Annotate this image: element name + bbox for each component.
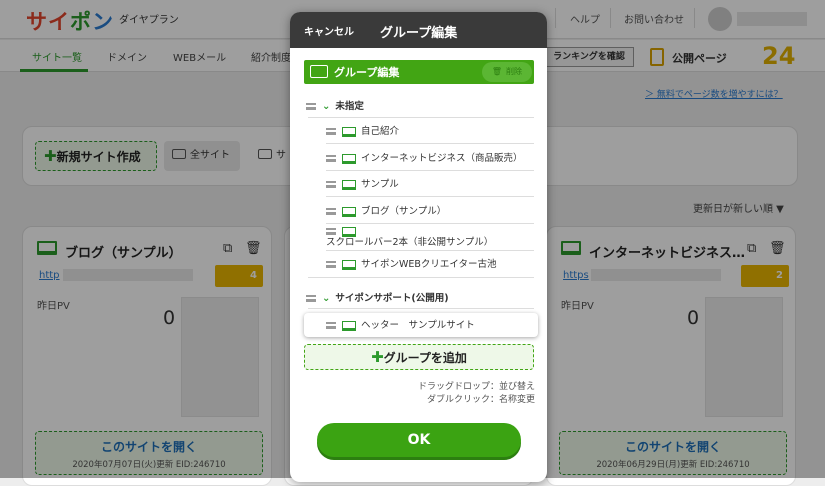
site-name: サイポンWEBクリエイター古池: [361, 259, 497, 270]
divider: [326, 143, 534, 144]
site-row[interactable]: 自己紹介: [326, 123, 399, 143]
group-edit-modal: キャンセル グループ編集 グループ編集 🗑 削除 ⌄ 未指定 自己紹介 インターネッ…: [290, 12, 547, 482]
divider: [308, 277, 534, 278]
site-row[interactable]: ブログ（サンプル）: [326, 203, 446, 223]
modal-title: グループ編集: [380, 26, 458, 41]
monitor-icon: [342, 206, 356, 217]
group-name: サイポンサポート(公開用): [335, 293, 449, 304]
drag-handle-icon[interactable]: [326, 155, 336, 162]
group-edit-label: グループ編集: [334, 66, 400, 79]
drag-handle-icon[interactable]: [326, 322, 336, 329]
folder-open-icon: [310, 65, 328, 78]
site-row[interactable]: サイポンWEBクリエイター古池: [326, 256, 497, 276]
delete-button[interactable]: 🗑 削除: [482, 62, 532, 82]
chevron-down-icon[interactable]: ⌄: [322, 101, 330, 112]
drag-handle-icon[interactable]: [326, 181, 336, 188]
site-name: ブログ（サンプル）: [361, 206, 447, 217]
monitor-icon: [342, 226, 356, 237]
site-row[interactable]: インターネットビジネス（商品販売）: [326, 150, 523, 170]
divider: [326, 196, 534, 197]
modal-header: キャンセル グループ編集: [290, 12, 547, 48]
plus-icon: ✚: [371, 348, 384, 366]
drag-handle-icon[interactable]: [306, 103, 316, 110]
trash-icon: 🗑: [491, 67, 502, 76]
group-edit-header: グループ編集 🗑 削除: [304, 60, 534, 84]
site-name: インターネットビジネス（商品販売）: [361, 153, 523, 164]
ok-button[interactable]: OK: [317, 423, 521, 457]
monitor-icon: [342, 259, 356, 270]
site-name: スクロールバー2本（非公開サンプル）: [326, 237, 494, 248]
drag-handle-icon[interactable]: [306, 295, 316, 302]
cancel-button[interactable]: キャンセル: [304, 23, 354, 38]
add-group-label: グループを追加: [383, 351, 467, 365]
divider: [308, 308, 534, 309]
site-row[interactable]: サンプル: [326, 176, 399, 196]
monitor-icon: [342, 153, 356, 164]
chevron-down-icon[interactable]: ⌄: [322, 293, 330, 304]
drag-handle-icon[interactable]: [326, 128, 336, 135]
group-row[interactable]: ⌄ サイポンサポート(公開用): [306, 290, 449, 310]
divider: [326, 223, 534, 224]
drag-handle-icon[interactable]: [326, 228, 336, 235]
delete-label: 削除: [506, 67, 522, 76]
double-click-hint: ダブルクリック：名称変更: [426, 395, 535, 405]
add-group-button[interactable]: ✚グループを追加: [304, 344, 534, 370]
drag-handle-icon[interactable]: [326, 208, 336, 215]
site-row[interactable]: スクロールバー2本（非公開サンプル）: [326, 226, 526, 248]
monitor-icon: [342, 320, 356, 331]
divider: [308, 117, 534, 118]
drag-handle-icon[interactable]: [326, 261, 336, 268]
divider: [326, 170, 534, 171]
drag-drop-hint: ドラッグドロップ：並び替え: [417, 382, 535, 392]
group-name: 未指定: [335, 101, 364, 112]
site-name: ヘッター サンプルサイト: [361, 320, 475, 331]
divider: [326, 250, 534, 251]
group-row[interactable]: ⌄ 未指定: [306, 98, 364, 118]
site-name: 自己紹介: [361, 126, 400, 137]
site-row[interactable]: ヘッター サンプルサイト: [326, 317, 475, 337]
monitor-icon: [342, 179, 356, 190]
monitor-icon: [342, 126, 356, 137]
site-name: サンプル: [361, 179, 399, 190]
